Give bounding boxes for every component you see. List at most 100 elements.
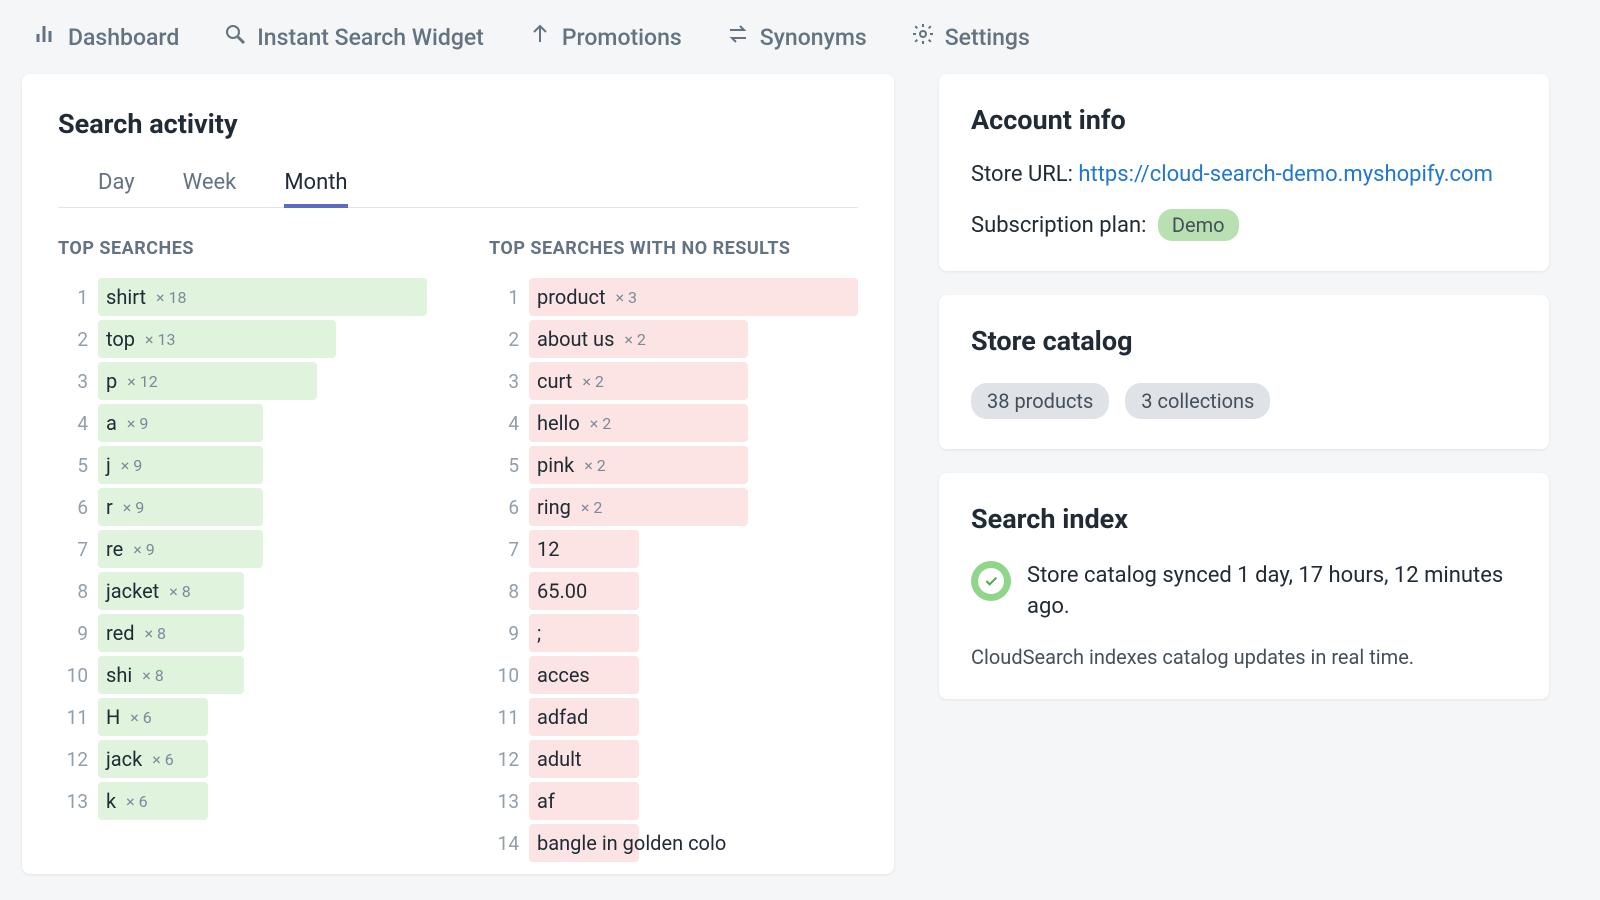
rank-number: 1 xyxy=(58,286,88,309)
rank-number: 3 xyxy=(58,370,88,393)
search-term: p xyxy=(106,369,117,393)
bar-label: re× 9 xyxy=(98,530,427,568)
list-item: 4 a× 9 xyxy=(58,403,427,443)
nav-settings[interactable]: Settings xyxy=(911,22,1030,52)
search-count: × 13 xyxy=(145,330,176,349)
top-nav: Dashboard Instant Search Widget Promotio… xyxy=(0,0,1600,74)
rank-number: 7 xyxy=(489,538,519,561)
search-term: ; xyxy=(537,621,541,645)
rank-number: 11 xyxy=(58,706,88,729)
search-term: shi xyxy=(106,663,132,687)
search-term: top xyxy=(106,327,135,351)
tab-month[interactable]: Month xyxy=(284,170,347,207)
list-item: 12jack× 6 xyxy=(58,739,427,779)
nav-promotions[interactable]: Promotions xyxy=(528,22,682,52)
store-url-line: Store URL: https://cloud-search-demo.mys… xyxy=(971,162,1517,187)
bar-label: jack× 6 xyxy=(98,740,427,778)
rank-number: 13 xyxy=(489,790,519,813)
no-results-heading: TOP SEARCHES WITH NO RESULTS xyxy=(489,238,858,259)
search-index-card: Search index Store catalog synced 1 day,… xyxy=(939,473,1549,699)
bar-wrap: j× 9 xyxy=(98,446,427,484)
bar-wrap: pink× 2 xyxy=(529,446,858,484)
rank-number: 5 xyxy=(58,454,88,477)
bar-label: shirt× 18 xyxy=(98,278,427,316)
bar-wrap: shi × 8 xyxy=(98,656,427,694)
list-item: 11adfad xyxy=(489,697,858,737)
tab-day[interactable]: Day xyxy=(98,170,135,207)
rank-number: 9 xyxy=(489,622,519,645)
search-count: × 8 xyxy=(142,666,164,685)
rank-number: 5 xyxy=(489,454,519,477)
search-count: × 2 xyxy=(624,330,646,349)
search-term: j xyxy=(106,453,111,477)
list-item: 13k× 6 xyxy=(58,781,427,821)
search-term: bangle in golden colo xyxy=(537,831,726,855)
arrow-up-icon xyxy=(528,22,552,52)
search-count: × 6 xyxy=(126,792,148,811)
search-term: about us xyxy=(537,327,614,351)
bar-label: 12 xyxy=(529,530,858,568)
list-item: 12adult xyxy=(489,739,858,779)
list-item: 2 about us × 2 xyxy=(489,319,858,359)
bar-label: af xyxy=(529,782,858,820)
bar-wrap: about us × 2 xyxy=(529,320,858,358)
right-column: Account info Store URL: https://cloud-se… xyxy=(939,74,1549,874)
search-term: jacket xyxy=(106,579,159,603)
bar-wrap: acces xyxy=(529,656,858,694)
list-item: 6ring× 2 xyxy=(489,487,858,527)
rank-number: 9 xyxy=(58,622,88,645)
check-circle-icon xyxy=(971,561,1011,601)
list-item: 5 pink× 2 xyxy=(489,445,858,485)
no-results-list: 1product× 32about us× 23curt× 24hello× 2… xyxy=(489,277,858,863)
list-item: 9 red× 8 xyxy=(58,613,427,653)
rank-number: 2 xyxy=(58,328,88,351)
bar-wrap: af xyxy=(529,782,858,820)
list-item: 5 j× 9 xyxy=(58,445,427,485)
list-item: 3p× 12 xyxy=(58,361,427,401)
tab-week[interactable]: Week xyxy=(183,170,237,207)
search-term: H xyxy=(106,705,120,729)
bar-label: shi × 8 xyxy=(98,656,427,694)
list-item: 13 af xyxy=(489,781,858,821)
list-item: 865.00 xyxy=(489,571,858,611)
rank-number: 6 xyxy=(58,496,88,519)
time-range-tabs: Day Week Month xyxy=(58,170,858,208)
search-count: × 6 xyxy=(152,750,174,769)
rank-number: 4 xyxy=(58,412,88,435)
search-count: × 9 xyxy=(133,540,155,559)
search-term: adult xyxy=(537,747,582,771)
store-url-link[interactable]: https://cloud-search-demo.myshopify.com xyxy=(1078,162,1492,187)
bar-label: j× 9 xyxy=(98,446,427,484)
nav-instant-search[interactable]: Instant Search Widget xyxy=(223,22,484,52)
search-count: × 3 xyxy=(616,288,638,307)
bar-label: a× 9 xyxy=(98,404,427,442)
nav-synonyms[interactable]: Synonyms xyxy=(726,22,867,52)
search-index-detail: CloudSearch indexes catalog updates in r… xyxy=(971,645,1517,669)
bar-wrap: H× 6 xyxy=(98,698,427,736)
nav-dashboard[interactable]: Dashboard xyxy=(34,22,179,52)
search-icon xyxy=(223,22,247,52)
bar-label: hello× 2 xyxy=(529,404,858,442)
search-term: 12 xyxy=(537,537,559,561)
search-count: × 2 xyxy=(582,372,604,391)
nav-label: Synonyms xyxy=(760,24,867,51)
sync-status-row: Store catalog synced 1 day, 17 hours, 12… xyxy=(971,561,1517,623)
search-count: × 2 xyxy=(590,414,612,433)
bar-wrap: red× 8 xyxy=(98,614,427,652)
list-item: 9; xyxy=(489,613,858,653)
products-pill: 38 products xyxy=(971,383,1109,419)
bar-wrap: r× 9 xyxy=(98,488,427,526)
search-term: k xyxy=(106,789,116,813)
bar-wrap: product× 3 xyxy=(529,278,858,316)
no-results-column: TOP SEARCHES WITH NO RESULTS 1product× 3… xyxy=(489,238,858,865)
bar-wrap: ; xyxy=(529,614,858,652)
search-activity-card: Search activity Day Week Month TOP SEARC… xyxy=(22,74,894,874)
bar-label: bangle in golden colo xyxy=(529,824,858,862)
rank-number: 2 xyxy=(489,328,519,351)
nav-label: Instant Search Widget xyxy=(257,24,484,51)
sync-status-text: Store catalog synced 1 day, 17 hours, 12… xyxy=(1027,561,1517,623)
rank-number: 8 xyxy=(489,580,519,603)
bar-label: pink× 2 xyxy=(529,446,858,484)
bar-chart-icon xyxy=(34,22,58,52)
search-activity-title: Search activity xyxy=(58,108,858,140)
